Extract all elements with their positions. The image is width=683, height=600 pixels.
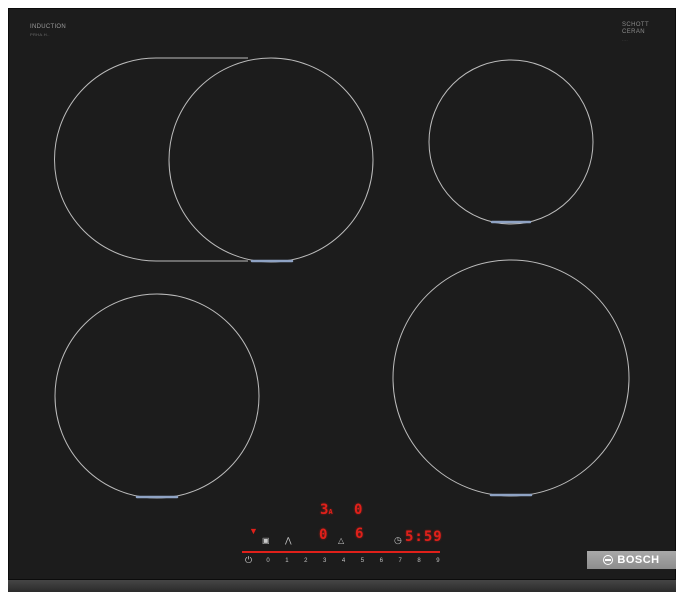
scale-step[interactable]: 0 [263, 558, 273, 564]
zone-select-icon[interactable]: △ [338, 537, 344, 545]
scale-step[interactable]: 3 [320, 558, 330, 564]
display-timer: 5:59 [405, 529, 443, 545]
scale-step[interactable]: 2 [301, 558, 311, 564]
power-scale[interactable]: 0 1 2 3 4 5 6 7 8 9 [263, 556, 443, 566]
display-zone-bottom-right: 6 [355, 526, 364, 542]
scale-step[interactable]: 4 [339, 558, 349, 564]
scale-step[interactable]: 1 [282, 558, 292, 564]
display-booster: A [328, 508, 333, 516]
zone-top-left [168, 57, 374, 263]
power-slider-track[interactable] [242, 551, 440, 553]
scale-step[interactable]: 6 [376, 558, 386, 564]
lock-icon[interactable]: ▣ [262, 537, 270, 545]
timer-icon[interactable]: ◷ [394, 536, 402, 545]
zone-top-left-extended-outline [54, 57, 157, 262]
bosch-logo-icon [603, 555, 614, 565]
zone-bottom-right [392, 259, 630, 497]
flame-icon: ▼ [249, 526, 258, 536]
cooking-zones [54, 57, 630, 499]
scale-step[interactable]: 5 [357, 558, 367, 564]
scale-step[interactable]: 8 [414, 558, 424, 564]
zone-top-right [428, 59, 594, 225]
display-zone-top-left: 3A [320, 503, 333, 517]
scale-step[interactable]: 7 [395, 558, 405, 564]
display-zone-bottom-left: 0 [319, 527, 328, 543]
wifi-icon[interactable]: ⋀ [285, 537, 292, 545]
display-zone-top-right: 0 [354, 502, 363, 518]
power-icon[interactable]: ⏻ [245, 556, 252, 565]
scale-step[interactable]: 9 [433, 558, 443, 564]
bosch-brand-text: BOSCH [617, 554, 660, 566]
bosch-badge: BOSCH [587, 551, 676, 569]
zone-bottom-left [54, 293, 260, 499]
